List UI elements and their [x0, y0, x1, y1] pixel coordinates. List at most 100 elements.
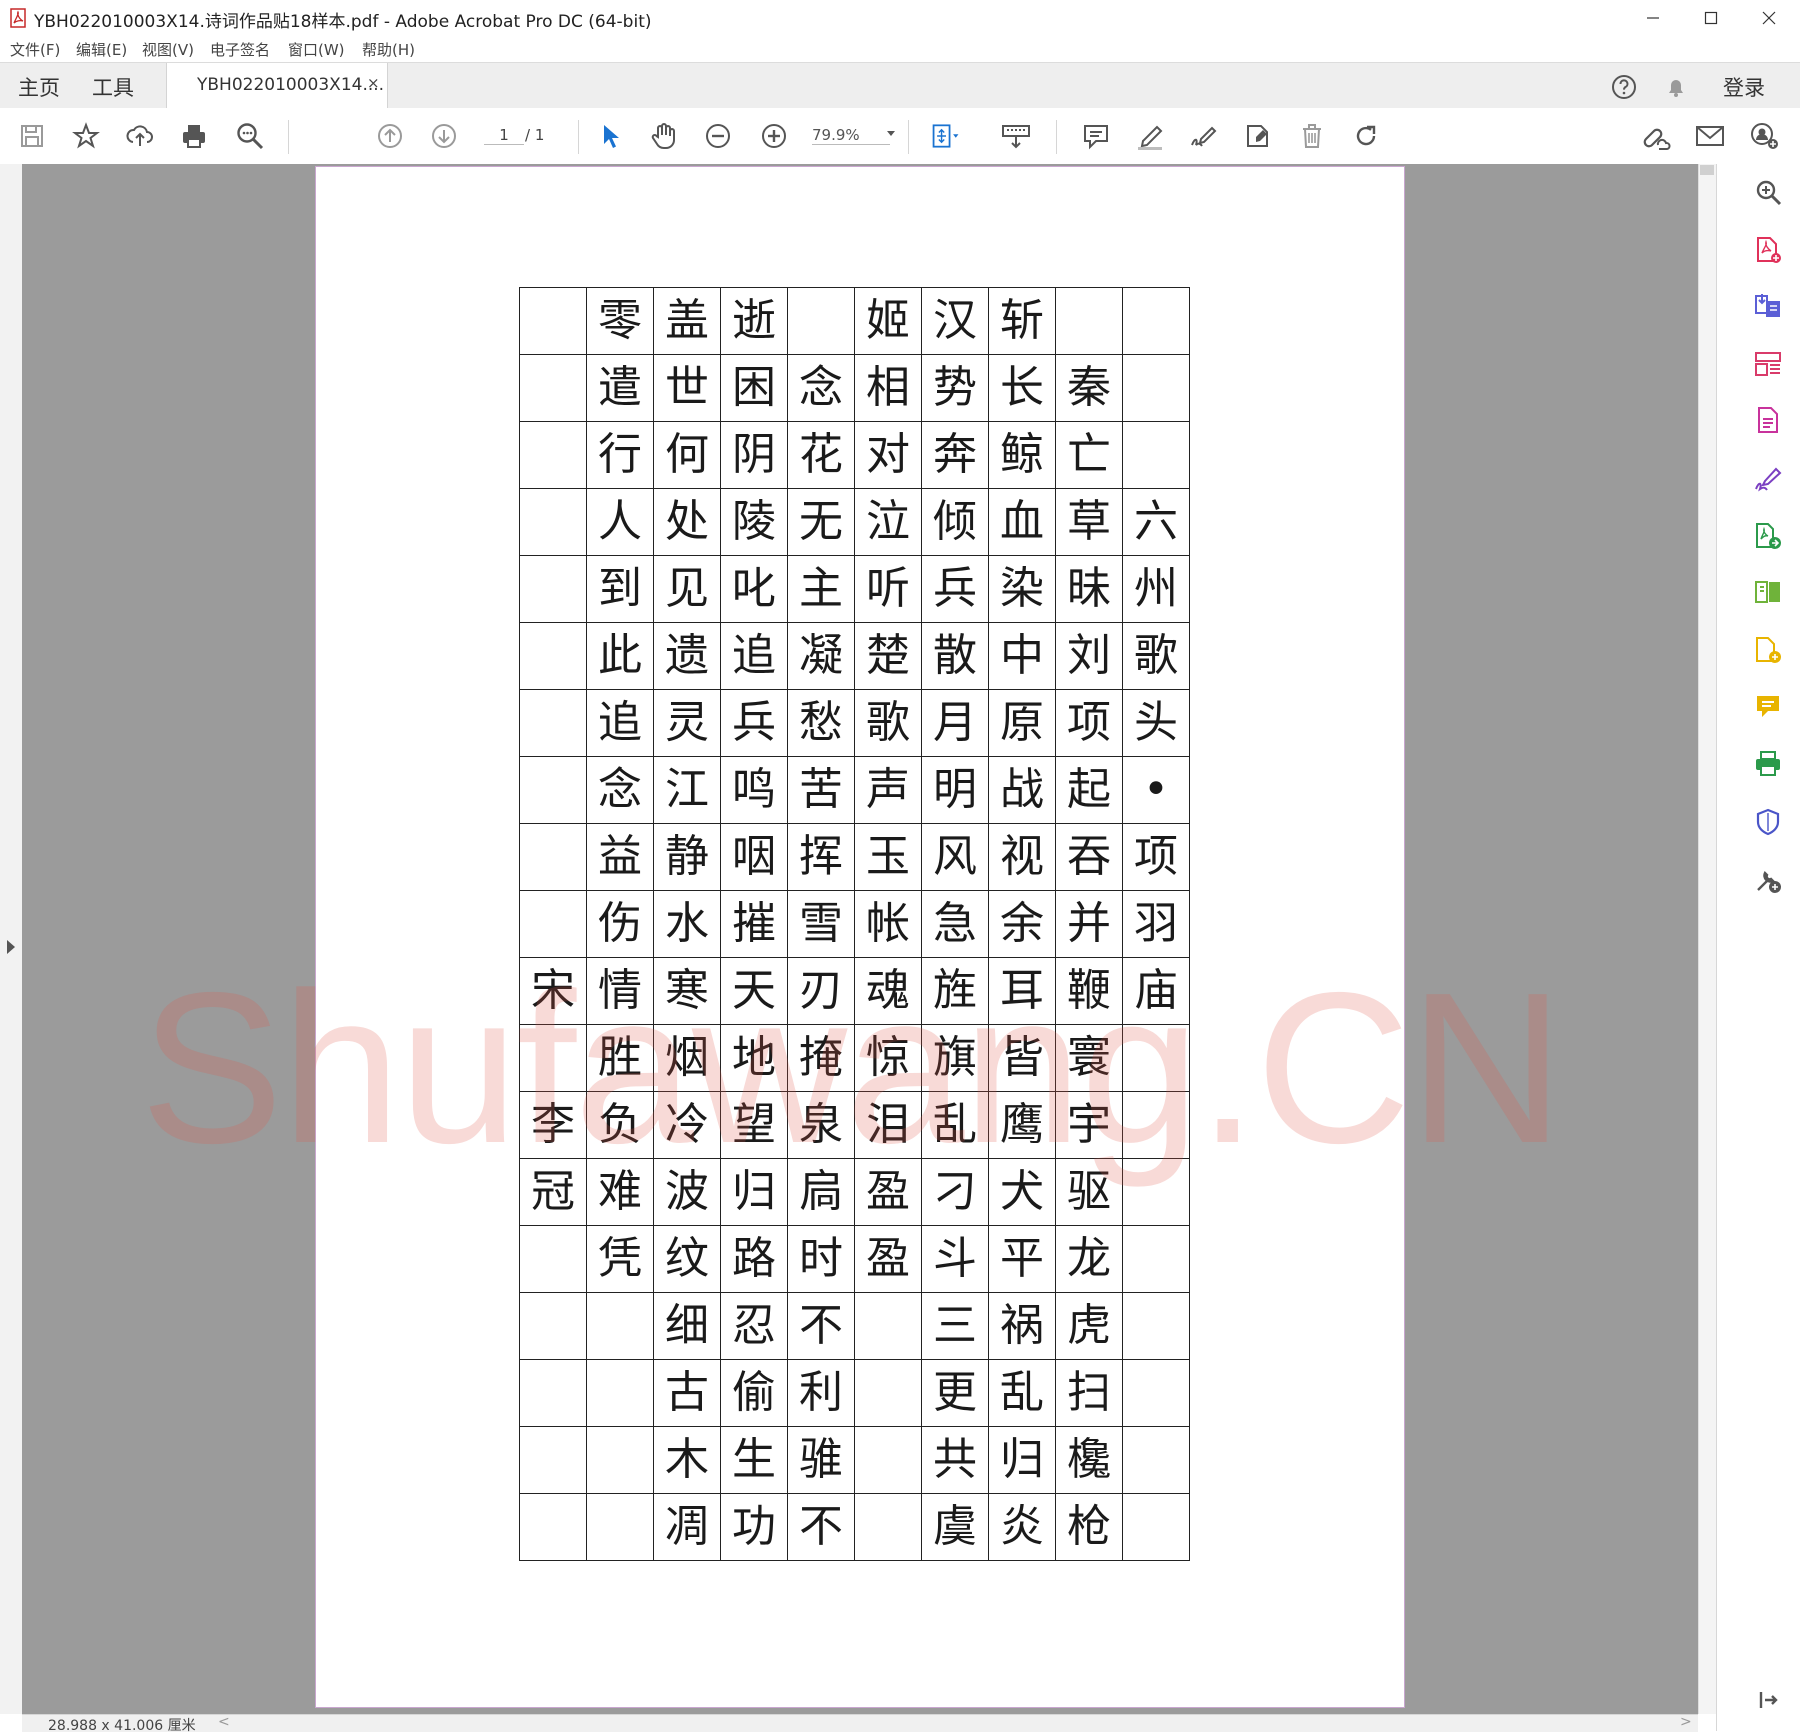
close-window-button[interactable] [1740, 0, 1798, 36]
window-title: YBH022010003X14.诗词作品贴18样本.pdf - Adobe Ac… [34, 12, 652, 32]
tab-tools[interactable]: 工具 [92, 72, 134, 102]
grid-cell: 利 [787, 1359, 855, 1427]
minimize-button[interactable] [1624, 0, 1682, 36]
zoom-out-icon[interactable] [702, 120, 734, 152]
grid-cell: 染 [988, 555, 1056, 623]
next-page-icon[interactable] [428, 120, 460, 152]
grid-cell: 到 [586, 555, 654, 623]
bookmark-star-icon[interactable] [70, 120, 102, 152]
grid-cell: 路 [720, 1225, 788, 1293]
menu-file[interactable]: 文件(F) [10, 39, 60, 60]
collapse-panel-icon[interactable] [1752, 1684, 1784, 1716]
select-arrow-icon[interactable] [594, 120, 626, 152]
fit-page-icon[interactable] [930, 120, 962, 152]
grid-row: 细忍不三祸虎 [519, 1292, 1190, 1360]
grid-cell: 益 [586, 823, 654, 891]
signin-button[interactable]: 登录 [1723, 72, 1765, 102]
zoom-dropdown-icon[interactable] [886, 130, 896, 138]
share-link-icon[interactable] [1640, 120, 1672, 152]
zoom-level-select[interactable]: 79.9% [812, 126, 890, 145]
print-production-icon[interactable] [1752, 748, 1784, 780]
comment-icon[interactable] [1080, 120, 1112, 152]
sign-icon[interactable] [1188, 120, 1220, 152]
page-number-input[interactable]: 1 [484, 126, 524, 145]
grid-cell: 苦 [787, 756, 855, 824]
grid-cell: 急 [921, 890, 989, 958]
grid-cell: 处 [653, 488, 721, 556]
menu-window[interactable]: 窗口(W) [288, 39, 345, 60]
more-tools-icon[interactable] [1752, 864, 1784, 896]
delete-icon[interactable] [1296, 120, 1328, 152]
send-for-review-icon[interactable] [1752, 634, 1784, 666]
organize-pages-icon[interactable] [1752, 348, 1784, 380]
search-zoom-icon[interactable] [234, 120, 266, 152]
grid-cell: 负 [586, 1091, 654, 1159]
document-viewport[interactable]: 零盖逝姬汉斩遣世困念相势长秦行何阴花对奔鲸亡人处陵无泣倾血草六到见叱主听兵染昧州… [22, 164, 1698, 1714]
highlight-pen-icon[interactable] [1134, 120, 1166, 152]
grid-cell: 战 [988, 756, 1056, 824]
grid-cell: 吞 [1055, 823, 1123, 891]
grid-cell: 凭 [586, 1225, 654, 1293]
menu-view[interactable]: 视图(V) [142, 39, 194, 60]
upload-cloud-icon[interactable] [124, 120, 156, 152]
grid-row: 行何阴花对奔鲸亡 [519, 421, 1190, 489]
grid-cell: 天 [720, 957, 788, 1025]
prev-page-icon[interactable] [374, 120, 406, 152]
grid-cell: 声 [854, 756, 922, 824]
toolbar-separator [288, 120, 289, 154]
tab-document[interactable]: YBH022010003X14.... × [166, 63, 388, 110]
save-icon[interactable] [16, 120, 48, 152]
tab-home[interactable]: 主页 [18, 72, 60, 102]
export-pdf-icon[interactable] [1752, 290, 1784, 322]
compare-icon[interactable] [1752, 576, 1784, 608]
hand-tool-icon[interactable] [648, 120, 680, 152]
scroll-right-icon[interactable]: > [1680, 1714, 1692, 1730]
create-pdf-icon[interactable] [1752, 234, 1784, 266]
grid-cell: 惊 [854, 1024, 922, 1092]
print-icon[interactable] [178, 120, 210, 152]
grid-cell: 归 [988, 1426, 1056, 1494]
edit-pdf-icon[interactable] [1752, 404, 1784, 436]
notifications-bell-icon[interactable] [1662, 73, 1690, 101]
grid-row: 古偷利更乱扫 [519, 1359, 1190, 1427]
menu-esign[interactable]: 电子签名 [210, 39, 270, 60]
grid-cell: 斗 [921, 1225, 989, 1293]
grid-cell [1122, 1225, 1190, 1293]
vertical-scrollbar[interactable] [1698, 164, 1717, 1714]
scrollbar-thumb[interactable] [1700, 165, 1714, 175]
grid-cell: 头 [1122, 689, 1190, 757]
grid-cell: 旌 [921, 957, 989, 1025]
grid-cell [854, 1359, 922, 1427]
comment-tool-icon[interactable] [1752, 690, 1784, 722]
zoom-search-icon[interactable] [1752, 176, 1784, 208]
grid-cell: 泉 [787, 1091, 855, 1159]
expand-left-panel-icon[interactable] [7, 940, 15, 954]
grid-cell: 驱 [1055, 1158, 1123, 1226]
grid-cell: 明 [921, 756, 989, 824]
menu-help[interactable]: 帮助(H) [362, 39, 415, 60]
fill-sign-icon[interactable] [1752, 462, 1784, 494]
add-user-icon[interactable] [1748, 120, 1780, 152]
combine-files-icon[interactable] [1752, 520, 1784, 552]
grid-cell: 不 [787, 1493, 855, 1561]
help-icon[interactable] [1610, 73, 1638, 101]
grid-cell: 汉 [921, 287, 989, 355]
grid-cell: 秦 [1055, 354, 1123, 422]
scroll-left-icon[interactable]: < [218, 1714, 230, 1730]
grid-cell [519, 823, 587, 891]
email-icon[interactable] [1694, 120, 1726, 152]
protect-icon[interactable] [1752, 806, 1784, 838]
close-tab-icon[interactable]: × [367, 74, 380, 92]
grid-cell: 凋 [653, 1493, 721, 1561]
grid-cell: 主 [787, 555, 855, 623]
rotate-icon[interactable] [1350, 120, 1382, 152]
keyboard-icon[interactable] [1000, 120, 1032, 152]
stamp-icon[interactable] [1242, 120, 1274, 152]
grid-cell: 乱 [988, 1359, 1056, 1427]
grid-cell: 奔 [921, 421, 989, 489]
menu-edit[interactable]: 编辑(E) [76, 39, 127, 60]
zoom-in-icon[interactable] [758, 120, 790, 152]
grid-cell [586, 1426, 654, 1494]
maximize-button[interactable] [1682, 0, 1740, 36]
grid-cell [586, 1493, 654, 1561]
